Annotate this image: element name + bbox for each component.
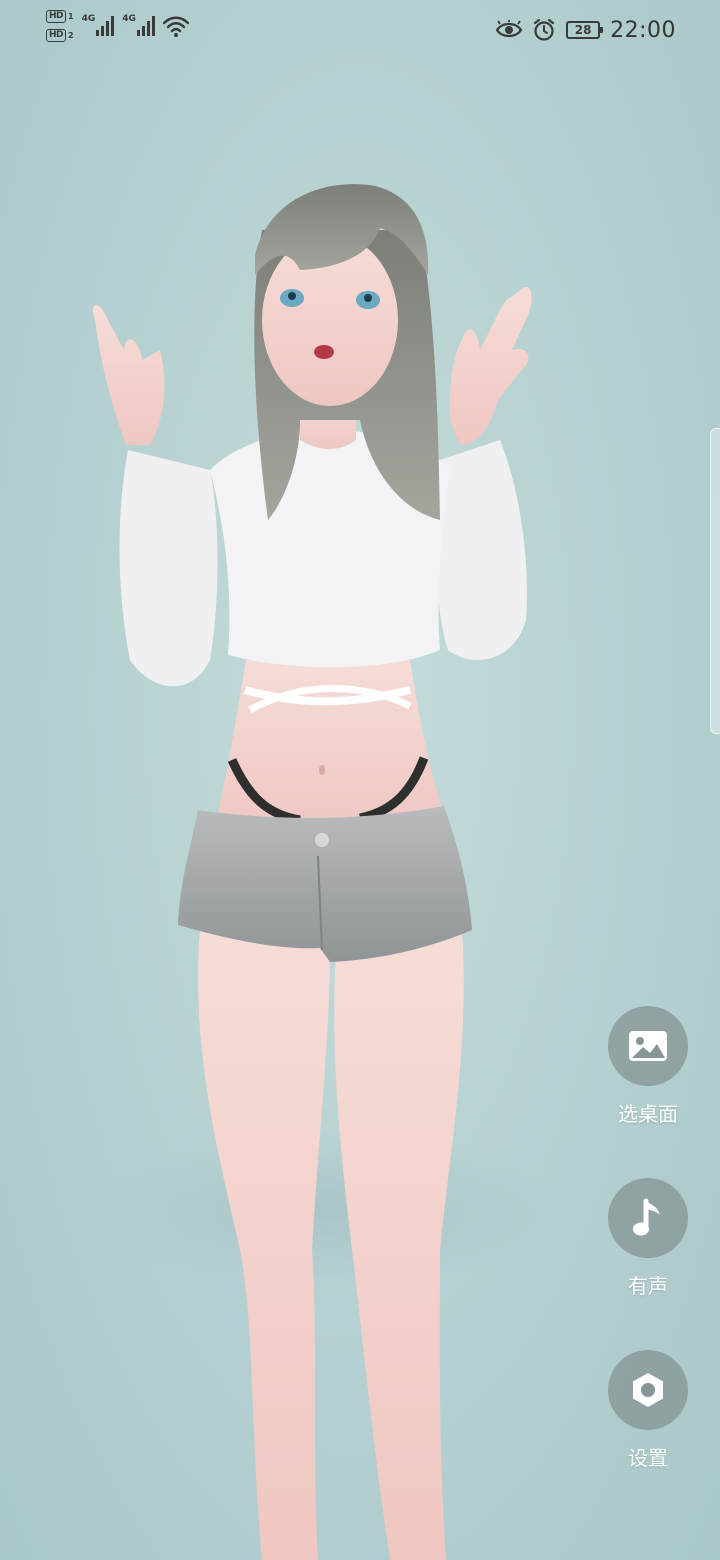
hd-indicator-1: HD 1 <box>46 10 74 23</box>
settings-circle[interactable] <box>608 1350 688 1430</box>
choose-desktop-circle[interactable] <box>608 1006 688 1086</box>
sound-toggle-button[interactable]: 有声 <box>608 1178 688 1299</box>
hd-voice-indicators: HD 1 HD 2 <box>46 10 74 42</box>
signal-sim2: 4G <box>122 14 155 36</box>
battery-level: 28 <box>574 23 592 37</box>
side-panel-handle[interactable] <box>710 428 720 734</box>
eye-comfort-icon <box>496 20 523 38</box>
network-type-label: 4G <box>122 14 136 24</box>
status-left-group: HD 1 HD 2 4G 4G <box>46 10 189 52</box>
wifi-icon <box>162 16 189 37</box>
music-note-icon <box>633 1198 660 1236</box>
sound-toggle-label: 有声 <box>628 1274 668 1298</box>
image-icon <box>629 1031 667 1061</box>
hd-indicator-2: HD 2 <box>46 29 74 42</box>
status-time: 22:00 <box>610 17 676 43</box>
choose-desktop-label: 选桌面 <box>618 1102 678 1126</box>
status-bar: HD 1 HD 2 4G 4G 28 22:00 <box>0 0 720 60</box>
signal-icon <box>136 14 155 36</box>
alarm-icon <box>533 18 555 41</box>
network-type-label: 4G <box>81 14 96 24</box>
live-wallpaper-screen: HD 1 HD 2 4G 4G 28 22:00 选桌面 有声 设置 <box>0 0 720 1560</box>
signal-sim1: 4G <box>82 14 115 36</box>
settings-button[interactable]: 设置 <box>608 1350 688 1471</box>
hd-label: HD <box>46 29 67 42</box>
battery-icon: 28 <box>566 21 604 39</box>
status-right-group: 28 22:00 <box>496 14 676 46</box>
wallpaper-character-image <box>92 184 560 1560</box>
sim-number: 2 <box>68 30 74 40</box>
signal-icon <box>96 14 115 36</box>
sim-number: 1 <box>68 11 74 21</box>
settings-label: 设置 <box>628 1446 668 1470</box>
settings-hexagon-icon <box>633 1373 663 1407</box>
hd-label: HD <box>46 10 67 23</box>
choose-desktop-button[interactable]: 选桌面 <box>608 1006 688 1127</box>
sound-toggle-circle[interactable] <box>608 1178 688 1258</box>
